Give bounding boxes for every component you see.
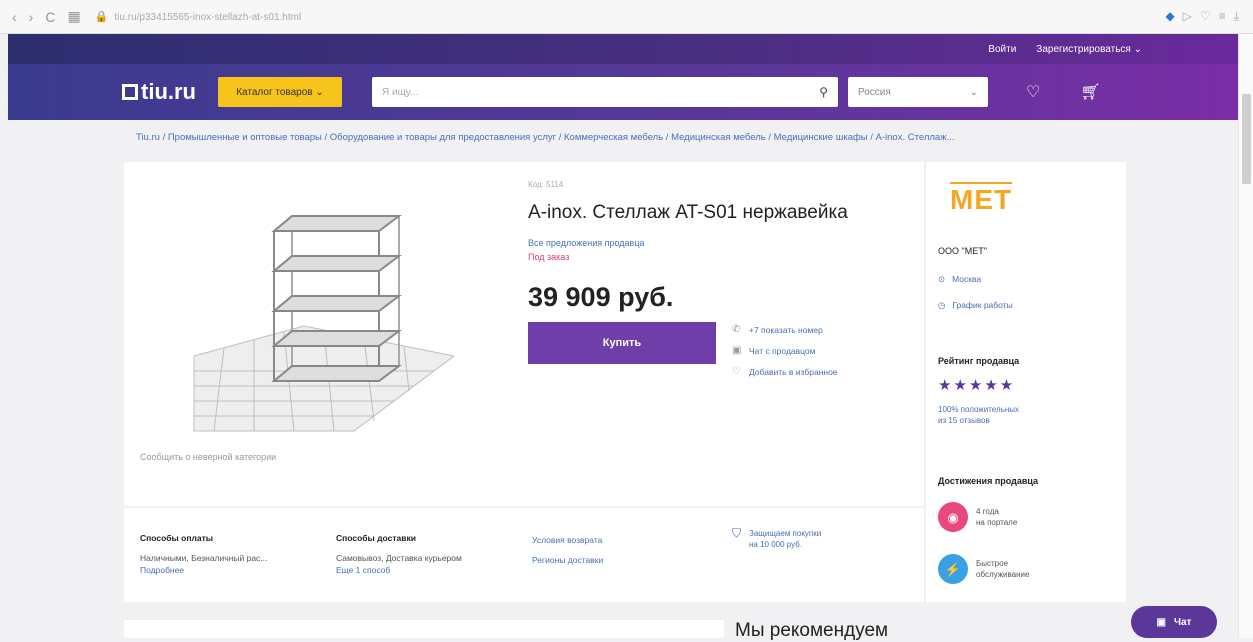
seller-reviews-link[interactable]: 100% положительных из 15 отзывов	[938, 404, 1019, 426]
top-strip: Войти Зарегистрироваться ⌄	[8, 34, 1238, 64]
favorite-icon[interactable]: ♡	[1200, 9, 1211, 24]
seller-logo-text: MET	[950, 182, 1013, 215]
achievement-years-line1: 4 года	[976, 507, 999, 516]
scrollbar[interactable]	[1238, 34, 1253, 638]
recommend-heading: Мы рекомендуем	[735, 620, 889, 641]
seller-rating-stars: ★★★★★	[938, 377, 1016, 394]
achievement-years-line2: на портале	[976, 518, 1018, 527]
shield-icon: ⛉	[732, 526, 742, 540]
chat-seller-label: Чат с продавцом	[749, 345, 816, 356]
browser-toolbar: ‹ › C ▦ 🔒 tiu.ru/p33415565-inox-stellazh-…	[0, 0, 1253, 34]
show-phone-label: +7 показать номер	[749, 324, 823, 335]
seller-city: Москва	[952, 274, 982, 284]
positive-percent: 100% положительных	[938, 405, 1019, 414]
logo-box-icon	[122, 84, 138, 100]
reload-icon[interactable]: C	[45, 9, 55, 25]
delivery-column: Способы доставки Самовывоз, Доставка кур…	[336, 532, 462, 576]
forward-icon[interactable]: ›	[29, 9, 34, 25]
chat-bubble-icon: ▣	[1156, 616, 1166, 628]
seller-rating-heading: Рейтинг продавца	[938, 356, 1020, 366]
tabs-icon[interactable]: ▦	[67, 8, 80, 25]
catalog-button[interactable]: Каталог товаров ⌄	[218, 77, 342, 107]
chevron-down-icon: ⌄	[969, 86, 978, 98]
scrollbar-thumb[interactable]	[1242, 94, 1251, 184]
search-icon[interactable]: ⚲	[819, 85, 828, 99]
product-title: A-inox. Стеллаж AT-S01 нержавейка	[528, 202, 848, 223]
payment-column: Способы оплаты Наличными, Безналичный ра…	[140, 532, 267, 576]
seller-logo[interactable]: MET	[950, 182, 1013, 216]
seller-city-link[interactable]: ⊙ Москва	[938, 274, 981, 285]
product-actions: ✆ +7 показать номер ▣ Чат с продавцом ♡ …	[732, 324, 838, 377]
seller-panel: MET ООО "МЕТ" ⊙ Москва ◷ График работы Р…	[926, 162, 1126, 602]
years-badge-icon: ◉	[938, 502, 968, 532]
clock-icon: ◷	[938, 300, 946, 310]
delivery-heading: Способы доставки	[336, 533, 416, 543]
achievement-fast-line1: Быстрое	[976, 559, 1009, 568]
achievement-fast-line2: обслуживание	[976, 570, 1030, 579]
add-favorite-label: Добавить в избранное	[749, 366, 838, 377]
search-input[interactable]: Я ищу... ⚲	[372, 77, 838, 107]
achievement-fast: ⚡ Быстрое обслуживание	[938, 554, 1029, 584]
share-icon[interactable]: ▷	[1183, 9, 1192, 24]
product-image[interactable]	[184, 176, 456, 446]
chat-label: Чат	[1173, 616, 1192, 628]
cart-icon[interactable]: 🛒︎	[1080, 82, 1100, 102]
address-bar[interactable]: 🔒 tiu.ru/p33415565-inox-stellazh-at-s01.h…	[95, 10, 301, 23]
region-select[interactable]: Россия ⌄	[848, 77, 988, 107]
availability-status: Под заказ	[528, 252, 570, 262]
lock-icon: 🔒	[94, 11, 109, 23]
payment-heading: Способы оплаты	[140, 533, 214, 543]
delivery-regions-link[interactable]: Регионы доставки	[532, 554, 603, 566]
payment-more-link[interactable]: Подробнее	[140, 564, 267, 576]
return-conditions-link[interactable]: Условия возврата	[532, 534, 603, 546]
protection-info[interactable]: ⛉ Защищаем покупки на 10 000 руб.	[732, 526, 822, 550]
browser-nav: ‹ › C ▦	[12, 8, 81, 25]
chat-icon: ▣	[732, 345, 742, 356]
protection-line-1: Защищаем покупки	[749, 529, 822, 538]
logo-text: tiu.ru	[141, 79, 196, 104]
show-phone-action[interactable]: ✆ +7 показать номер	[732, 324, 838, 335]
product-price: 39 909 руб.	[528, 282, 674, 312]
site-header: tiu.ru Каталог товаров ⌄ Я ищу... ⚲ Росс…	[8, 64, 1238, 120]
seller-name: ООО "МЕТ"	[938, 246, 987, 256]
all-offers-link[interactable]: Все предложения продавца	[528, 238, 645, 248]
delivery-more-link[interactable]: Еще 1 способ	[336, 564, 462, 576]
phone-icon: ✆	[732, 324, 741, 335]
menu-icon[interactable]: ≡	[1219, 9, 1226, 24]
links-column: Условия возврата Регионы доставки	[532, 534, 603, 566]
page-edge	[0, 34, 8, 638]
delivery-text: Самовывоз, Доставка курьером	[336, 553, 462, 563]
product-code: Код: 5114	[528, 180, 564, 189]
achievement-years: ◉ 4 года на портале	[938, 502, 1017, 532]
chat-button[interactable]: ▣ Чат	[1131, 606, 1217, 638]
location-pin-icon: ⊙	[938, 274, 946, 284]
login-link[interactable]: Войти	[988, 44, 1016, 55]
chat-seller-action[interactable]: ▣ Чат с продавцом	[732, 345, 838, 356]
heart-icon: ♡	[732, 366, 741, 377]
protection-line-2: на 10 000 руб.	[749, 540, 803, 549]
seller-schedule: График работы	[952, 300, 1013, 310]
reviews-count: из 15 отзывов	[938, 416, 990, 425]
lightning-badge-icon: ⚡	[938, 554, 968, 584]
delivery-payment-panel: Способы оплаты Наличными, Безналичный ра…	[124, 508, 924, 602]
register-link[interactable]: Зарегистрироваться ⌄	[1036, 44, 1142, 55]
browser-extensions: ◆ ▷ ♡ ≡ ⤓	[1165, 9, 1239, 24]
report-category-link[interactable]: Сообщить о неверной категории	[140, 452, 276, 462]
region-value: Россия	[858, 86, 891, 98]
site-logo[interactable]: tiu.ru	[122, 79, 196, 105]
download-icon[interactable]: ⤓	[1234, 9, 1239, 24]
seller-schedule-link[interactable]: ◷ График работы	[938, 300, 1013, 311]
recommend-panel	[124, 620, 724, 638]
url-text: tiu.ru/p33415565-inox-stellazh-at-s01.ht…	[114, 12, 302, 23]
search-placeholder: Я ищу...	[382, 86, 419, 98]
back-icon[interactable]: ‹	[12, 9, 17, 25]
extension-icon[interactable]: ◆	[1165, 9, 1174, 24]
add-favorite-action[interactable]: ♡ Добавить в избранное	[732, 366, 838, 377]
breadcrumb[interactable]: Tiu.ru / Промышленные и оптовые товары /…	[136, 132, 1136, 143]
payment-text: Наличными, Безналичный рас...	[140, 553, 268, 563]
favorites-heart-icon[interactable]: ♡	[1026, 82, 1040, 102]
product-card: Сообщить о неверной категории Код: 5114 …	[124, 162, 924, 506]
seller-achievements-heading: Достижения продавца	[938, 476, 1039, 486]
buy-button[interactable]: Купить	[528, 322, 716, 364]
